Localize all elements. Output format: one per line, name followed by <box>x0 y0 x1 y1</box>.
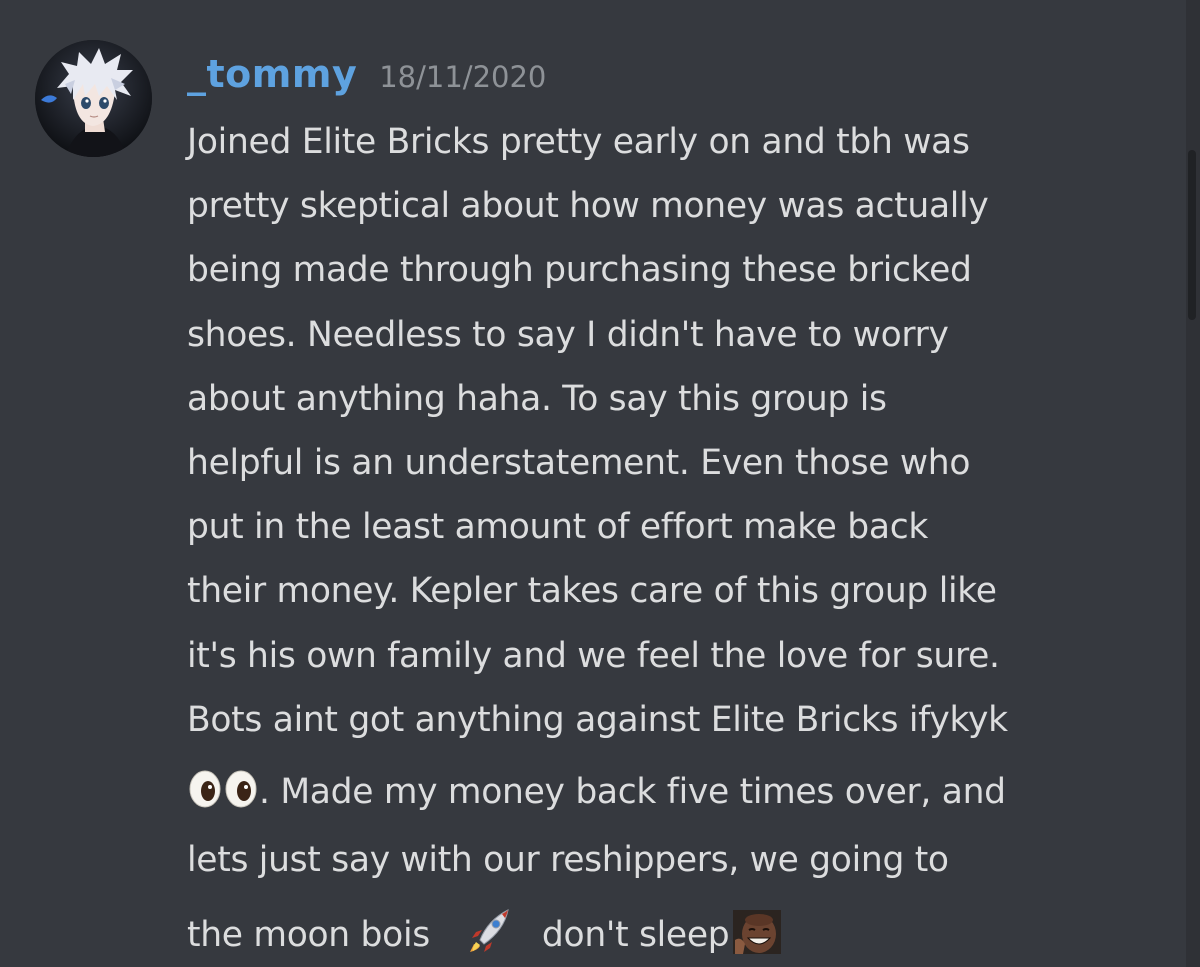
message-header: _tommy 18/11/2020 <box>187 52 546 102</box>
rocket-emoji-icon <box>468 906 512 954</box>
message-line: put in the least amount of effort make b… <box>187 507 929 548</box>
message-line: their money. Kepler takes care of this g… <box>187 571 997 612</box>
message-line: pretty skeptical about how money was act… <box>187 186 989 227</box>
message-line: the moon bois don't sleep <box>187 895 1172 967</box>
message-line: it's his own family and we feel the love… <box>187 635 1000 676</box>
message-line: shoes. Needless to say I didn't have to … <box>187 314 949 355</box>
message-line: about anything haha. To say this group i… <box>187 378 887 419</box>
scrollbar-thumb[interactable] <box>1188 150 1196 320</box>
message-line: lets just say with our reshippers, we go… <box>187 839 949 880</box>
user-avatar[interactable] <box>35 40 152 157</box>
message-line: being made through purchasing these bric… <box>187 250 972 291</box>
eyes-emoji-icon <box>187 770 259 808</box>
message-line-text: the moon bois <box>187 914 430 955</box>
scrollbar-track[interactable] <box>1186 0 1200 967</box>
message-timestamp: 18/11/2020 <box>379 60 547 94</box>
message-line: Bots aint got anything against Elite Bri… <box>187 699 1008 740</box>
laughing-man-emoji-icon <box>733 910 782 955</box>
message-line: . Made my money back five times over, an… <box>187 752 1172 825</box>
message-content: Joined Elite Bricks pretty early on and … <box>187 110 1172 967</box>
anime-character-avatar-icon <box>35 40 152 157</box>
message-line-text: . Made my money back five times over, an… <box>259 771 1006 812</box>
message-line-text: don't sleep <box>541 914 730 955</box>
chat-message: _tommy 18/11/2020 Joined Elite Bricks pre… <box>0 0 1200 967</box>
username[interactable]: _tommy <box>187 52 357 96</box>
message-line: helpful is an understatement. Even those… <box>187 442 971 483</box>
message-line: Joined Elite Bricks pretty early on and … <box>187 122 970 162</box>
